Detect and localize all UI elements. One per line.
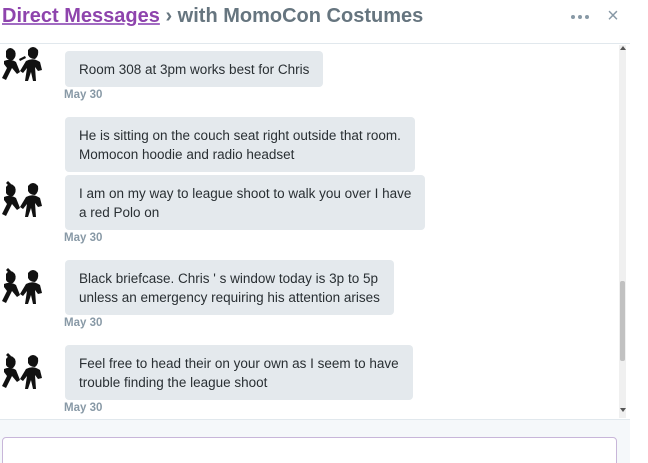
- message-bubble[interactable]: Black briefcase. Chris ' s window today …: [65, 260, 394, 315]
- direct-messages-link[interactable]: Direct Messages: [2, 5, 160, 27]
- more-options-icon[interactable]: [571, 13, 591, 21]
- message-composer-input[interactable]: [2, 437, 617, 463]
- page-margin: [630, 0, 648, 463]
- avatar[interactable]: [0, 45, 56, 87]
- avatar[interactable]: [0, 177, 56, 223]
- message-bubble[interactable]: Room 308 at 3pm works best for Chris: [65, 51, 324, 87]
- conversation-title: with MomoCon Costumes: [177, 5, 424, 27]
- breadcrumb-separator: ›: [165, 5, 173, 27]
- message-bubble[interactable]: He is sitting on the couch seat right ou…: [65, 117, 415, 172]
- scrollbar[interactable]: [619, 45, 626, 418]
- close-icon[interactable]: ×: [604, 5, 622, 27]
- message-timestamp: May 30: [64, 89, 103, 101]
- message-text: Black briefcase. Chris ' s window today …: [79, 271, 378, 286]
- message-timestamp: May 30: [64, 402, 103, 414]
- page-title: Direct Messages › with MomoCon Costumes: [2, 5, 423, 28]
- dm-header: Direct Messages › with MomoCon Costumes …: [0, 0, 630, 44]
- message-text: He is sitting on the couch seat right ou…: [79, 128, 401, 143]
- message-timestamp: May 30: [64, 317, 103, 329]
- scroll-down-arrow-icon[interactable]: [620, 408, 626, 412]
- message-text: trouble finding the league shoot: [79, 375, 268, 390]
- message-text: Feel free to head their on your own as I…: [79, 356, 399, 371]
- message-text: unless an emergency requiring his attent…: [79, 290, 380, 305]
- message-bubble[interactable]: Feel free to head their on your own as I…: [65, 345, 413, 400]
- avatar[interactable]: [0, 264, 56, 310]
- avatar[interactable]: [0, 349, 56, 395]
- scroll-up-arrow-icon[interactable]: [620, 46, 626, 50]
- conversation-thread[interactable]: Room 308 at 3pm works best for Chris May…: [0, 45, 618, 418]
- message-text: Momocon hoodie and radio headset: [79, 147, 295, 162]
- message-text: Room 308 at 3pm works best for Chris: [79, 62, 310, 77]
- message-text: a red Polo on: [79, 205, 160, 220]
- scrollbar-thumb[interactable]: [620, 281, 625, 361]
- message-timestamp: May 30: [64, 232, 103, 244]
- message-bubble[interactable]: I am on my way to league shoot to walk y…: [65, 175, 426, 230]
- message-text: I am on my way to league shoot to walk y…: [79, 186, 412, 201]
